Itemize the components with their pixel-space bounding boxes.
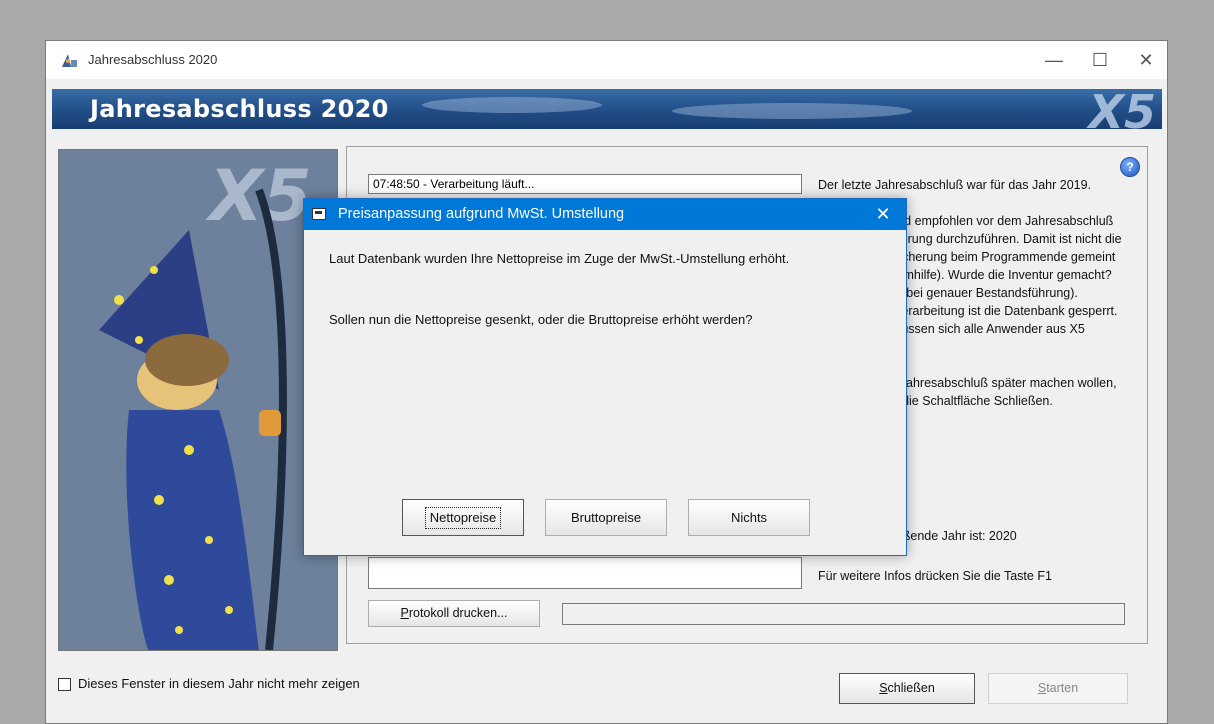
dialog-titlebar[interactable]: Preisanpassung aufgrund MwSt. Umstellung… xyxy=(304,199,906,230)
window-title: Jahresabschluss 2020 xyxy=(88,52,218,67)
maximize-button[interactable]: ☐ xyxy=(1077,41,1123,79)
header-banner: Jahresabschluss 2020 X5 xyxy=(52,89,1162,129)
help-icon[interactable]: ? xyxy=(1120,157,1140,177)
dialog-message-1: Laut Datenbank wurden Ihre Nettopreise i… xyxy=(329,251,790,266)
minimize-button[interactable]: — xyxy=(1031,41,1077,79)
close-button[interactable]: Schließen xyxy=(839,673,975,704)
print-log-button[interactable]: Protokoll drucken... xyxy=(368,600,540,627)
banner-title: Jahresabschluss 2020 xyxy=(90,95,389,123)
log-output-box xyxy=(368,557,802,589)
close-window-button[interactable]: ✕ xyxy=(1123,41,1167,79)
app-wizard-icon xyxy=(62,54,77,67)
start-accel: S xyxy=(1037,681,1047,695)
banner-decoration xyxy=(422,97,602,113)
nichts-button[interactable]: Nichts xyxy=(688,499,810,536)
close-label: chließen xyxy=(887,681,935,695)
print-log-label: rotokoll drucken... xyxy=(408,606,508,620)
close-accel: S xyxy=(879,681,888,695)
dialog-message-2: Sollen nun die Nettopreise gesenkt, oder… xyxy=(329,312,753,327)
wizard-illustration-graphic: X5 xyxy=(59,150,337,650)
x5-logo: X5 xyxy=(1088,89,1156,129)
dialog-close-icon[interactable]: ✕ xyxy=(860,199,906,230)
nettopreise-label: Nettopreise xyxy=(424,507,502,529)
hide-this-year-label[interactable]: Dieses Fenster in diesem Jahr nicht mehr… xyxy=(78,676,360,691)
f1-hint-text: Für weitere Infos drücken Sie die Taste … xyxy=(818,569,1052,583)
start-button[interactable]: Starten xyxy=(988,673,1128,704)
wizard-illustration: X5 xyxy=(58,149,338,651)
progress-bar xyxy=(562,603,1125,625)
banner-decoration xyxy=(672,103,912,119)
vat-price-dialog: Preisanpassung aufgrund MwSt. Umstellung… xyxy=(303,198,907,556)
start-label: tarten xyxy=(1046,681,1079,695)
bruttopreise-button[interactable]: Bruttopreise xyxy=(545,499,667,536)
print-log-accel: P xyxy=(400,606,409,620)
hide-this-year-checkbox[interactable] xyxy=(58,678,71,691)
dialog-window-icon xyxy=(312,208,326,220)
dialog-title: Preisanpassung aufgrund MwSt. Umstellung xyxy=(338,206,625,222)
window-titlebar[interactable]: Jahresabschluss 2020 — ☐ ✕ xyxy=(46,41,1167,79)
log-output-line: 07:48:50 - Verarbeitung läuft... xyxy=(368,174,802,194)
nettopreise-button[interactable]: Nettopreise xyxy=(402,499,524,536)
info-last-year: Der letzte Jahresabschluß war für das Ja… xyxy=(818,178,1092,192)
